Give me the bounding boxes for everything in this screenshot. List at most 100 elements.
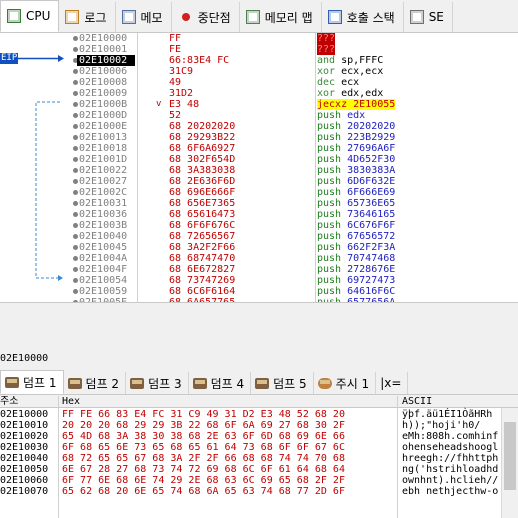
dump-header-hex[interactable]: Hex [62,396,80,408]
dump-address: 02E10070 [0,486,49,497]
disassembly-row[interactable]: 02E10036 68 65616473 push 73646165 [73,209,518,220]
instruction-mnemonic: push [317,198,342,209]
dump-address: 02E10000 [0,409,49,420]
instruction-address: 02E1003B [79,220,128,231]
disassembly-row[interactable]: 02E10009 31D2 xor edx,edx [73,88,518,99]
instruction-mnemonic: push [317,231,342,242]
dump-row[interactable]: 02E10010 20 20 20 68 29 29 3B 22 68 6F 6A… [0,420,500,431]
tab-call-stack[interactable]: 호출 스택 [322,2,404,32]
watch-icon [317,377,332,389]
dump-vertical-scrollbar[interactable] [501,408,518,518]
dump-tab-6[interactable]: 주시 1 [314,372,377,394]
dump-hex-bytes: 65 62 68 20 6E 65 74 68 6A 65 63 74 68 7… [62,486,345,497]
disassembly-row[interactable]: 02E10045 68 3A2F2F66 push 662F2F3A [73,242,518,253]
tab-memo[interactable]: 메모 [116,2,172,32]
dump-row[interactable]: 02E10060 6F 77 6E 68 6E 74 29 2E 68 63 6C… [0,475,500,486]
tab-seh[interactable]: SE [404,2,453,32]
disassembly-row[interactable]: 02E1005E 68 6A657765 push 6577656A [73,297,518,303]
disassembly-row[interactable]: 02E10059 68 6C6F6164 push 64616F6C [73,286,518,297]
disassembly-row[interactable]: 02E1003B 68 6F6F676C push 6C676F6F [73,220,518,231]
instruction-bytes: 68 656E7365 [169,198,236,209]
instruction-text: push 65736E65 [317,198,395,209]
instruction-mnemonic: push [317,154,342,165]
instruction-address: 02E1001D [79,154,128,165]
dump-address: 02E10040 [0,453,49,464]
tab-label: CPU [26,9,51,23]
instruction-text: and sp,FFFC [317,55,383,66]
memory-map-icon [245,10,260,24]
scrollbar-thumb[interactable] [504,422,516,490]
disassembly-row[interactable]: 02E10022 68 3A383038 push 3830383A [73,165,518,176]
instruction-operands: 6F666E69 [347,187,396,198]
dump-hex-bytes: 6E 67 28 27 68 73 74 72 69 68 6C 6F 61 6… [62,464,345,475]
disassembly-row[interactable]: 02E10013 68 29293B22 push 223B2929 [73,132,518,143]
disassembly-row[interactable]: 02E1004A 68 68747470 push 70747468 [73,253,518,264]
instruction-text: ??? [317,44,336,55]
instruction-text: push 27696A6F [317,143,395,154]
disassembly-row[interactable]: 02E10054 68 73747269 push 69727473 [73,275,518,286]
dump-hex-bytes: 20 20 20 68 29 29 3B 22 68 6F 6A 69 27 6… [62,420,345,431]
instruction-bytes: 68 6E672827 [169,264,236,275]
dump-header-address[interactable]: 주소 [0,396,18,408]
tab-memory-map[interactable]: 메모리 맵 [240,2,322,32]
dump-tab-bar: 덤프 1 덤프 2 덤프 3 덤프 4 덤프 5 주시 1 |x= [0,370,518,395]
cpu-disassembly-panel[interactable]: EIP 02E10000 FF??? 02E10001 FE??? 02E10002 66… [0,33,518,303]
disassembly-rows[interactable]: 02E10000 FF??? 02E10001 FE??? 02E10002 66:83E… [73,33,518,303]
disassembly-row[interactable]: 02E10000 FF??? [73,33,518,44]
instruction-bytes: FF [169,33,182,44]
disassembly-row[interactable]: 02E10018 68 6F6A6927 push 27696A6F [73,143,518,154]
tab-label: SE [428,10,444,24]
dump-tab-2[interactable]: 덤프 2 [64,372,127,394]
disassembly-row[interactable]: 02E10031 68 656E7365 push 65736E65 [73,198,518,209]
disassembly-row[interactable]: 02E1000B v E3 48 jecxz 2E10055 [73,99,518,110]
instruction-mnemonic: push [317,220,342,231]
disassembly-row[interactable]: 02E1000E 68 20202020 push 20202020 [73,121,518,132]
instruction-mnemonic: push [317,297,342,303]
dump-row[interactable]: 02E10020 65 4D 68 3A 38 30 38 68 2E 63 6F… [0,431,500,442]
instruction-text: xor edx,edx [317,88,383,99]
dump-tab-label: 덤프 1 [23,375,57,390]
disassembly-row[interactable]: 02E1002C 68 696E666F push 6F666E69 [73,187,518,198]
dump-ascii: h));"hoji'h0/ [402,420,481,431]
disassembly-row[interactable]: 02E1004F 68 6E672827 push 2728676E [73,264,518,275]
disassembly-row[interactable]: 02E10002 66:83E4 FC and sp,FFFC [73,55,518,66]
hex-dump-panel[interactable]: 주소 Hex ASCII 02E10000 FF FE 66 83 E4 FC 3… [0,396,518,518]
main-tab-bar: CPU 로그 메모 중단점 메모리 맵 호출 스택 SE [0,0,518,33]
dump-tab-5[interactable]: 덤프 5 [251,372,314,394]
instruction-text: push 2728676E [317,264,395,275]
dump-tab-4[interactable]: 덤프 4 [189,372,252,394]
instruction-address: 02E1000E [79,121,128,132]
instruction-text: push 69727473 [317,275,395,286]
disassembly-row[interactable]: 02E10008 49 dec ecx [73,77,518,88]
dump-header: 주소 Hex ASCII [0,396,518,408]
tab-breakpoint[interactable]: 중단점 [172,2,240,32]
dump-icon [5,376,19,388]
dump-tab-7[interactable]: |x= [376,372,409,394]
disassembly-row[interactable]: 02E10006 31C9 xor ecx,ecx [73,66,518,77]
tab-log[interactable]: 로그 [59,2,116,32]
jump-indicator-icon: v [156,99,162,109]
tab-cpu[interactable]: CPU [0,0,60,32]
dump-row[interactable]: 02E10070 65 62 68 20 6E 65 74 68 6A 65 63… [0,486,500,497]
dump-row[interactable]: 02E10050 6E 67 28 27 68 73 74 72 69 68 6C… [0,464,500,475]
dump-tab-1[interactable]: 덤프 1 [0,370,64,394]
disassembly-row[interactable]: 02E1001D 68 302F654D push 4D652F30 [73,154,518,165]
dump-address: 02E10020 [0,431,49,442]
dump-tab-label: |x= [380,376,402,390]
instruction-bytes: 68 302F654D [169,154,236,165]
dump-row[interactable]: 02E10030 6F 68 65 6E 73 65 68 65 61 64 73… [0,442,500,453]
disassembly-row[interactable]: 02E10027 68 2E636F6D push 6D6F632E [73,176,518,187]
dump-row[interactable]: 02E10000 FF FE 66 83 E4 FC 31 C9 49 31 D2… [0,409,500,420]
disassembly-row[interactable]: 02E10001 FE??? [73,44,518,55]
instruction-mnemonic: xor [317,66,336,77]
disassembly-row[interactable]: 02E10040 68 72656567 push 67656572 [73,231,518,242]
dump-address: 02E10050 [0,464,49,475]
dump-header-ascii[interactable]: ASCII [402,396,432,408]
instruction-operands: 73646165 [347,209,396,220]
instruction-address: 02E1000B [79,99,128,110]
dump-tab-3[interactable]: 덤프 3 [126,372,189,394]
jump-arrow-line [35,101,60,279]
instruction-address: 02E10045 [79,242,128,253]
disassembly-row[interactable]: 02E1000D 52 push edx [73,110,518,121]
dump-row[interactable]: 02E10040 68 72 65 65 67 68 3A 2F 2F 66 68… [0,453,500,464]
